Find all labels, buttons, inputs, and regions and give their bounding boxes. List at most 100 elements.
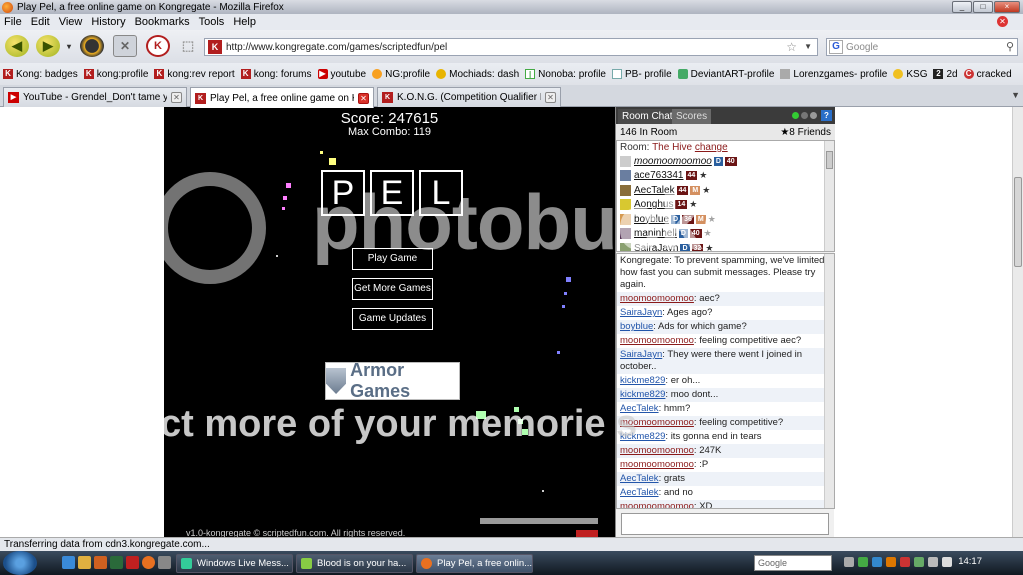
bookmark-nonoba-profile[interactable]: | Nonoba: profile bbox=[525, 69, 606, 80]
tray-icon[interactable] bbox=[886, 557, 896, 567]
friends-count[interactable]: ★8 Friends bbox=[780, 127, 831, 138]
menu-history[interactable]: History bbox=[91, 16, 125, 28]
tab-list-icon[interactable]: ▼ bbox=[1011, 90, 1020, 100]
user-row[interactable]: SairaJayn D 32 ★ bbox=[617, 241, 834, 251]
menu-help[interactable]: Help bbox=[233, 16, 256, 28]
bookmark-ng-profile[interactable]: NG:profile bbox=[372, 69, 430, 80]
armor-games-logo[interactable]: Armor Games bbox=[325, 360, 460, 401]
scroll-thumb[interactable] bbox=[826, 151, 833, 169]
clock[interactable]: 14:17 bbox=[958, 556, 982, 567]
start-button[interactable] bbox=[3, 551, 37, 575]
app-icon[interactable] bbox=[126, 556, 139, 569]
network-icon[interactable] bbox=[928, 557, 938, 567]
window-title-bar[interactable]: Play Pel, a free online game on Kongrega… bbox=[0, 0, 1023, 14]
tab-play-pel[interactable]: K Play Pel, a free online game on Ko... … bbox=[190, 87, 374, 108]
reload-icon[interactable] bbox=[80, 35, 104, 57]
tray-icon[interactable] bbox=[872, 557, 882, 567]
tray-icon[interactable] bbox=[844, 557, 854, 567]
folder-icon[interactable] bbox=[78, 556, 91, 569]
history-dropdown-icon[interactable]: ▾ bbox=[64, 35, 74, 57]
chat-message: SairaJayn: Ages ago? bbox=[620, 307, 713, 318]
menu-tools[interactable]: Tools bbox=[199, 16, 225, 28]
forward-arrow-icon[interactable]: ▶ bbox=[36, 35, 60, 57]
addon-icon[interactable]: ⬚ bbox=[176, 35, 200, 57]
change-room-link[interactable]: change bbox=[695, 142, 728, 153]
taskbar-item-messenger[interactable]: Windows Live Mess... bbox=[176, 554, 293, 573]
settings-icon[interactable] bbox=[810, 112, 817, 119]
firefox-icon[interactable] bbox=[142, 556, 155, 569]
mute-button[interactable] bbox=[576, 530, 598, 537]
bookmark-mochiads-dash[interactable]: Mochiads: dash bbox=[436, 69, 519, 80]
search-box[interactable]: G Google ⚲ bbox=[826, 38, 1018, 56]
user-row[interactable]: AecTalek 44 M ★ bbox=[617, 183, 834, 198]
bookmark-2d[interactable]: 2 2d bbox=[933, 69, 958, 80]
scroll-thumb[interactable] bbox=[1014, 177, 1022, 267]
user-row[interactable]: boyblue D 36 M ★ bbox=[617, 212, 834, 227]
volume-icon[interactable] bbox=[942, 557, 952, 567]
tray-icon[interactable] bbox=[914, 557, 924, 567]
search-icon[interactable]: ⚲ bbox=[1006, 40, 1014, 53]
friend-star-icon[interactable]: ★ bbox=[699, 170, 707, 181]
back-arrow-icon[interactable]: ◀ bbox=[5, 35, 29, 57]
taskbar-item-firefox[interactable]: Play Pel, a free onlin... bbox=[416, 554, 533, 573]
friend-star-icon[interactable]: ★ bbox=[702, 185, 710, 196]
bookmark-star-icon[interactable]: ☆ bbox=[786, 40, 797, 54]
friend-star-icon[interactable]: ★ bbox=[708, 214, 716, 225]
menu-bookmarks[interactable]: Bookmarks bbox=[135, 16, 190, 28]
google-engine-icon[interactable]: G bbox=[829, 40, 843, 54]
close-tab-icon[interactable]: ✕ bbox=[997, 16, 1008, 27]
stop-icon[interactable]: ✕ bbox=[113, 35, 137, 57]
close-tab-icon[interactable]: ✕ bbox=[358, 92, 369, 104]
bookmark-kong-profile[interactable]: Kkong:profile bbox=[83, 69, 148, 80]
menu-edit[interactable]: Edit bbox=[31, 16, 50, 28]
close-tab-icon[interactable]: ✕ bbox=[545, 92, 556, 103]
tab-scores[interactable]: Scores bbox=[672, 109, 712, 124]
tab-kong-competition[interactable]: K K.O.N.G. (Competition Qualifier Ro... … bbox=[377, 87, 561, 107]
bookmark-pb-profile[interactable]: PB- profile bbox=[611, 69, 672, 80]
bookmark-deviantart-profile[interactable]: DeviantART-profile bbox=[677, 69, 774, 80]
tray-icon[interactable] bbox=[858, 557, 868, 567]
user-row[interactable]: ace763341 44 ★ bbox=[617, 169, 834, 184]
ie-icon[interactable] bbox=[62, 556, 75, 569]
tab-youtube[interactable]: ▶ YouTube - Grendel_Don't tame you... ✕ bbox=[3, 87, 187, 107]
close-window-button[interactable]: × bbox=[994, 1, 1020, 13]
get-more-games-button[interactable]: Get More Games bbox=[352, 278, 433, 300]
minimize-button[interactable]: _ bbox=[952, 1, 972, 13]
url-dropdown-icon[interactable]: ▼ bbox=[804, 42, 812, 51]
url-bar[interactable]: K http://www.kongregate.com/games/script… bbox=[204, 38, 818, 56]
chat-input[interactable] bbox=[621, 513, 829, 535]
menu-file[interactable]: File bbox=[4, 16, 22, 28]
kongregate-home-icon[interactable]: K bbox=[146, 35, 170, 57]
bookmark-youtube[interactable]: ▶ youtube bbox=[317, 69, 366, 80]
youtube-icon: ▶ bbox=[317, 69, 328, 79]
tray-icon[interactable] bbox=[900, 557, 910, 567]
page-scrollbar[interactable] bbox=[1012, 107, 1023, 537]
desktop-search-input[interactable]: Google bbox=[754, 555, 832, 571]
help-icon[interactable]: ? bbox=[821, 110, 832, 121]
bookmark-cracked[interactable]: Ccracked bbox=[963, 69, 1012, 80]
game-canvas[interactable]: Score: 247615 Max Combo: 119 P E L Play … bbox=[164, 107, 615, 537]
media-icon[interactable] bbox=[94, 556, 107, 569]
tab-room-chat[interactable]: Room Chat bbox=[618, 109, 677, 124]
menu-view[interactable]: View bbox=[59, 16, 83, 28]
chat-log-scrollbar[interactable] bbox=[824, 254, 834, 508]
user-row[interactable]: maninhell D 40 ★ bbox=[617, 227, 834, 242]
taskbar-item-music[interactable]: Blood is on your ha... bbox=[296, 554, 413, 573]
maximize-button[interactable]: □ bbox=[973, 1, 993, 13]
game-updates-button[interactable]: Game Updates bbox=[352, 308, 433, 330]
close-tab-icon[interactable]: ✕ bbox=[171, 92, 182, 103]
friend-star-icon[interactable]: ★ bbox=[704, 228, 712, 239]
friend-star-icon[interactable]: ★ bbox=[705, 243, 713, 251]
desktop-icon[interactable] bbox=[110, 556, 123, 569]
bookmark-lorenzgames-profile[interactable]: Lorenzgames- profile bbox=[780, 69, 887, 80]
bookmark-kong-forums[interactable]: Kkong: forums bbox=[240, 69, 312, 80]
bookmark-kong-rev-report[interactable]: Kkong:rev report bbox=[154, 69, 235, 80]
play-game-button[interactable]: Play Game bbox=[352, 248, 433, 270]
friend-star-icon[interactable]: ★ bbox=[689, 199, 697, 210]
user-row[interactable]: moomoomoomoo D 40 bbox=[617, 154, 834, 169]
user-list-scrollbar[interactable] bbox=[824, 141, 834, 251]
quicklaunch-more-icon[interactable] bbox=[158, 556, 171, 569]
bookmark-ksg[interactable]: KSG bbox=[893, 69, 927, 80]
user-row[interactable]: Aonghus 14 ★ bbox=[617, 198, 834, 213]
bookmark-kong-badges[interactable]: K Kong: badges bbox=[3, 69, 78, 80]
